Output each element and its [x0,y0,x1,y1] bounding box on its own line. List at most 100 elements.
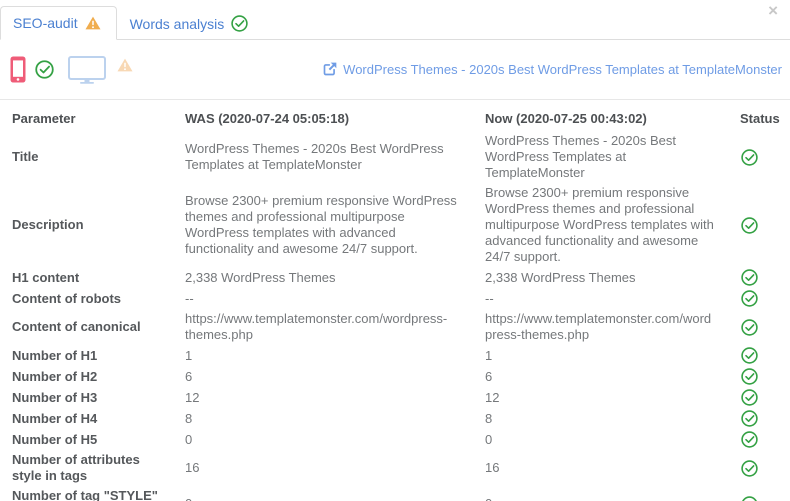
status-ok-icon [741,368,758,385]
now-value: Browse 2300+ premium responsive WordPres… [485,185,714,264]
was-cell: 1 [173,345,473,366]
table-row: Number of attributes style in tags 16 16 [0,450,790,486]
status-ok-icon [741,389,758,406]
table-row: Description Browse 2300+ premium responsi… [0,183,790,267]
tab-label: SEO-audit [13,15,78,31]
status-cell [728,131,790,183]
page-link-label: WordPress Themes - 2020s Best WordPress … [343,62,782,77]
tab-words-analysis[interactable]: Words analysis [117,6,265,40]
status-cell [728,408,790,429]
parameter-cell: Number of H3 [12,389,98,405]
now-cell: 0 [473,429,728,450]
was-value: 8 [185,410,193,426]
was-cell: Browse 2300+ premium responsive WordPres… [173,183,473,267]
parameter-cell: Number of H2 [12,368,98,384]
table-row: H1 content 2,338 WordPress Themes 2,338 Wo… [0,267,790,288]
was-value: https://www.templatemonster.com/wordpres… [185,311,448,342]
parameter-cell: Number of H5 [12,431,98,447]
now-cell: 1 [473,345,728,366]
now-cell: -- [473,288,728,309]
was-cell: 0 [173,486,473,501]
status-cell [728,387,790,408]
now-cell: 0 [473,486,728,501]
status-cell [728,267,790,288]
status-cell [728,183,790,267]
tab-bar: SEO-audit Words analysis [0,0,790,40]
table-header-row: Parameter WAS (2020-07-24 05:05:18) Now … [0,100,790,132]
now-cell: 8 [473,408,728,429]
page-link[interactable]: WordPress Themes - 2020s Best WordPress … [322,62,782,77]
status-cell [728,288,790,309]
now-cell: 2,338 WordPress Themes [473,267,728,288]
now-cell: https://www.templatemonster.com/wordpres… [473,309,728,345]
was-value: -- [185,290,194,306]
parameter-cell: Number of tag "STYLE" in BODY [12,488,158,501]
tab-label: Words analysis [129,15,225,32]
table-row: Number of H5 0 0 [0,429,790,450]
seo-audit-panel: × SEO-audit Words analysis WordPress The… [0,0,790,501]
tab-seo-audit[interactable]: SEO-audit [0,6,117,40]
table-row: Content of robots -- -- [0,288,790,309]
now-cell: 12 [473,387,728,408]
now-value: 6 [485,368,493,384]
now-value: 8 [485,410,493,426]
now-cell: Browse 2300+ premium responsive WordPres… [473,183,728,267]
was-value: WordPress Themes - 2020s Best WordPress … [185,141,444,172]
status-cell [728,345,790,366]
column-header-status: Status [740,111,780,126]
parameter-cell: Title [12,149,39,164]
was-cell: https://www.templatemonster.com/wordpres… [173,309,473,345]
status-ok-icon [741,148,758,166]
desktop-warning-icon [117,58,133,71]
was-cell: -- [173,288,473,309]
was-cell: 16 [173,450,473,486]
device-status-icons [10,55,133,84]
status-ok-icon [741,318,758,336]
was-value: 0 [185,496,461,501]
was-value: 6 [185,368,193,384]
external-link-icon [323,62,337,76]
parameter-cell: Content of canonical [12,319,141,334]
status-cell [728,366,790,387]
status-cell [728,429,790,450]
status-cell [728,450,790,486]
was-value: 0 [185,431,193,447]
parameter-cell: Content of robots [12,290,122,306]
status-ok-icon [741,431,758,448]
column-header-now: Now (2020-07-25 00:43:02) [485,111,647,126]
parameter-cell: Description [12,217,84,232]
status-ok-icon [741,459,758,477]
table-row: Number of tag "STYLE" in BODY 0 0 [0,486,790,501]
status-ok-icon [741,410,758,427]
audit-table: Parameter WAS (2020-07-24 05:05:18) Now … [0,99,790,501]
was-value: 1 [185,347,193,363]
parameter-cell: Number of H4 [12,410,98,426]
now-value: https://www.templatemonster.com/wordpres… [485,311,712,342]
now-value: 1 [485,347,493,363]
was-cell: 0 [173,429,473,450]
now-value: 0 [485,431,493,447]
now-cell: 6 [473,366,728,387]
status-cell [728,309,790,345]
was-cell: 12 [173,387,473,408]
now-value: 2,338 WordPress Themes [485,269,636,285]
now-cell: 16 [473,450,728,486]
now-value: 16 [485,460,500,475]
mobile-ok-icon [35,60,54,79]
summary-row: WordPress Themes - 2020s Best WordPress … [0,40,790,99]
now-cell: WordPress Themes - 2020s Best WordPress … [473,131,728,183]
parameter-cell: Number of attributes style in tags [12,452,140,483]
now-value: 12 [485,389,500,405]
was-cell: 8 [173,408,473,429]
table-row: Number of H4 8 8 [0,408,790,429]
status-cell [728,486,790,501]
table-row: Number of H1 1 1 [0,345,790,366]
now-value: 0 [485,496,716,501]
status-ok-icon [741,290,758,307]
table-row: Content of canonical https://www.template… [0,309,790,345]
close-icon[interactable]: × [768,2,778,19]
was-cell: WordPress Themes - 2020s Best WordPress … [173,131,473,183]
column-header-parameter: Parameter [12,111,76,126]
was-value: 2,338 WordPress Themes [185,269,336,285]
audit-table-body: Title WordPress Themes - 2020s Best WordP… [0,131,790,501]
